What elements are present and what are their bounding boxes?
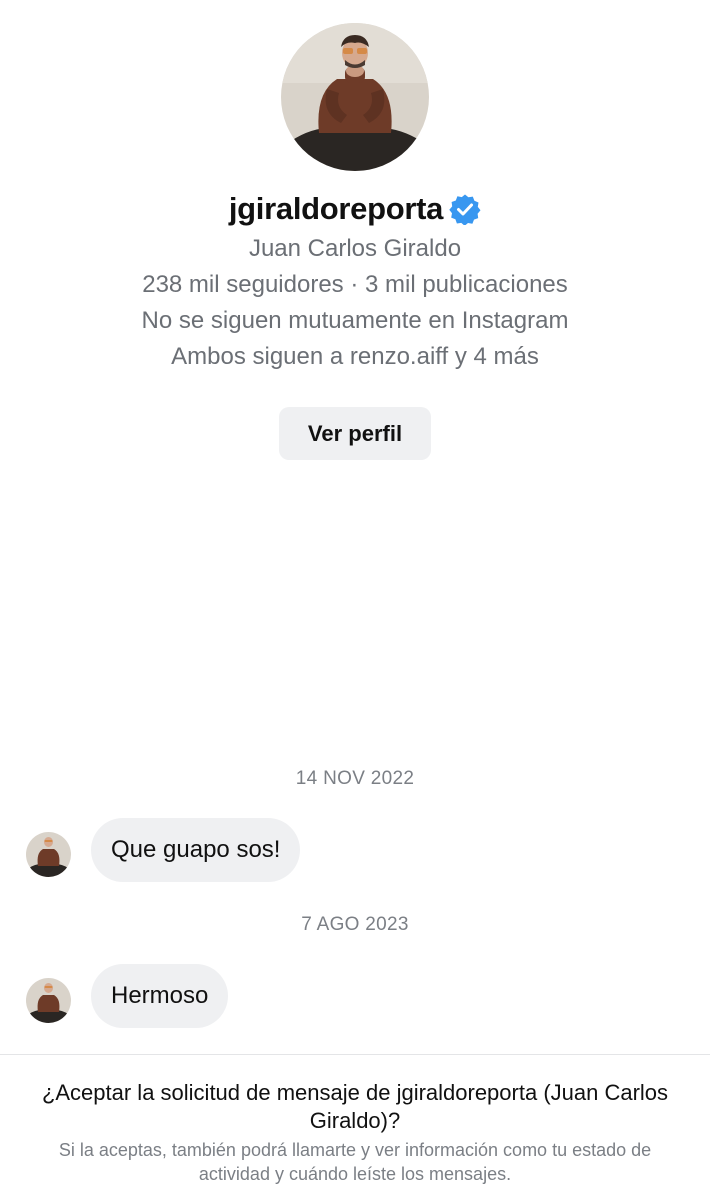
profile-photo-icon bbox=[281, 23, 429, 171]
profile-avatar[interactable] bbox=[281, 23, 429, 171]
profile-stats: 238 mil seguidores · 3 mil publicaciones bbox=[142, 271, 568, 298]
sender-avatar[interactable] bbox=[26, 832, 71, 877]
date-separator: 14 NOV 2022 bbox=[295, 768, 415, 789]
username-row: jgiraldoreporta bbox=[0, 186, 710, 232]
message-bubble[interactable]: Hermoso bbox=[91, 964, 229, 1028]
verified-badge-icon bbox=[449, 193, 481, 226]
mutual-followers[interactable]: Ambos siguen a renzo.aiff y 4 más bbox=[0, 343, 710, 371]
profile-username[interactable]: jgiraldoreporta bbox=[229, 191, 444, 227]
message-row: Que guapo sos! bbox=[0, 818, 710, 882]
mutual-status: No se siguen mutuamente en Instagram bbox=[141, 307, 569, 334]
date-separator: 7 AGO 2023 bbox=[301, 914, 409, 935]
message-bubble[interactable]: Que guapo sos! bbox=[91, 818, 301, 882]
sender-photo-icon bbox=[26, 832, 71, 877]
message-request-title: ¿Aceptar la solicitud de mensaje de jgir… bbox=[41, 1080, 669, 1133]
divider bbox=[0, 1054, 710, 1055]
profile-full-name: Juan Carlos Giraldo bbox=[248, 235, 462, 262]
message-row: Hermoso bbox=[0, 964, 710, 1028]
message-request-subtitle: Si la aceptas, también podrá llamarte y … bbox=[58, 1140, 652, 1184]
sender-avatar[interactable] bbox=[26, 978, 71, 1023]
view-profile-button[interactable]: Ver perfil bbox=[279, 407, 431, 460]
sender-photo-icon bbox=[26, 978, 71, 1023]
